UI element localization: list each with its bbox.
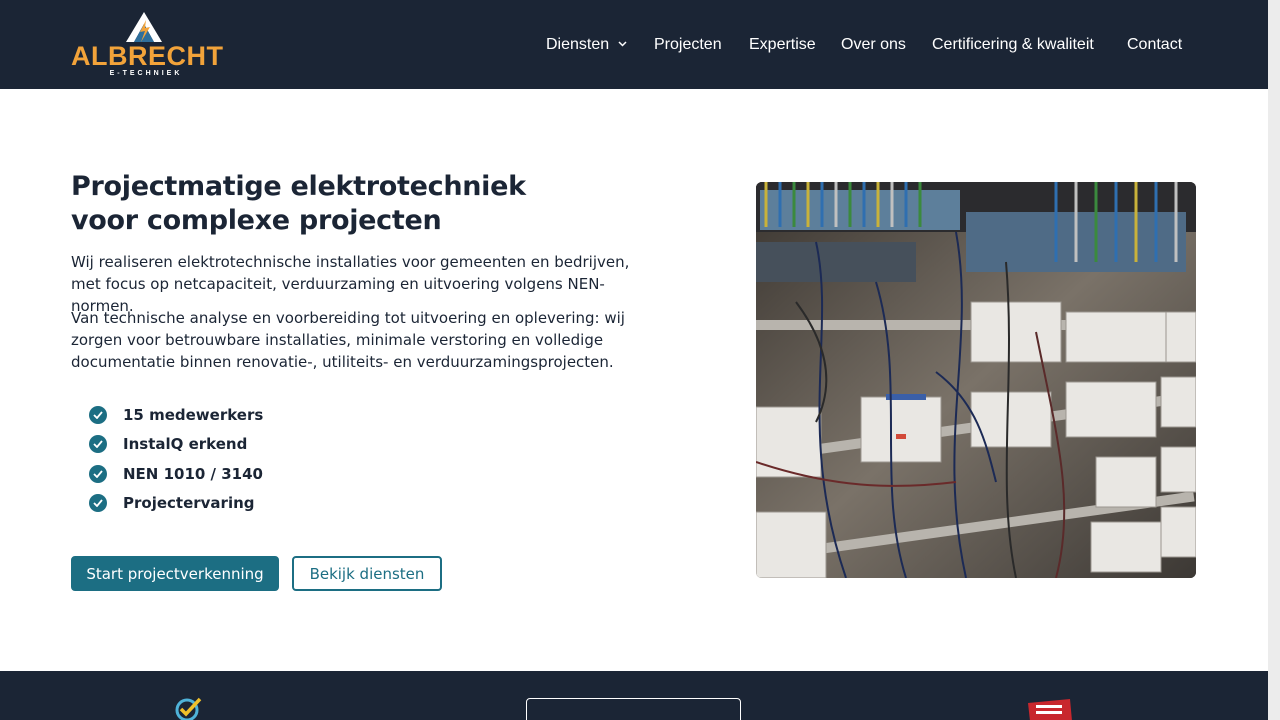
brand-logo[interactable]: ALBRECHT E-TECHNIEK [71, 12, 224, 80]
feature-item: 15 medewerkers [89, 400, 389, 430]
check-circle-icon [89, 464, 107, 483]
scrollbar[interactable] [1268, 0, 1280, 720]
hero-title-line1: Projectmatige elektrotechniek [71, 171, 526, 202]
check-circle-icon [89, 405, 107, 424]
logo-wordmark: ALBRECHT [71, 41, 224, 71]
nav-item-contact[interactable]: Contact [1127, 34, 1182, 56]
bekijk-diensten-button[interactable]: Bekijk diensten [292, 556, 442, 591]
nav-item-projecten[interactable]: Projecten [654, 34, 722, 56]
feature-item: InstalQ erkend [89, 430, 389, 460]
feature-item: NEN 1010 / 3140 [89, 459, 389, 489]
feature-label: InstalQ erkend [123, 435, 248, 454]
badge-check-icon [175, 697, 202, 720]
quality-badge-icon [1028, 699, 1072, 720]
band-card[interactable] [526, 698, 741, 720]
nav-item-label: Diensten [546, 36, 610, 53]
logo-mountain-icon [126, 12, 162, 42]
site-header: ALBRECHT E-TECHNIEK Diensten Projecten E… [0, 0, 1268, 89]
nav-item-certificering[interactable]: Certificering & kwaliteit [932, 34, 1094, 56]
feature-label: 15 medewerkers [123, 405, 264, 424]
check-circle-icon [89, 494, 107, 513]
hero-title-line2: voor complexe projecten [71, 205, 442, 236]
nav-item-expertise[interactable]: Expertise [749, 34, 816, 56]
feature-label: Projectervaring [123, 494, 255, 513]
chevron-down-icon [618, 41, 627, 47]
feature-item: Projectervaring [89, 489, 389, 519]
logo-tagline: E-TECHNIEK [109, 70, 183, 77]
start-projectverkenning-button[interactable]: Start projectverkenning [71, 556, 279, 591]
check-circle-icon [89, 435, 107, 454]
nav-item-diensten[interactable]: Diensten [546, 34, 627, 56]
hero-title: Projectmatige elektrotechniek voor compl… [71, 170, 671, 238]
feature-label: NEN 1010 / 3140 [123, 464, 263, 483]
nav-item-over-ons[interactable]: Over ons [841, 34, 906, 56]
electrical-cabinet-photo [756, 182, 1196, 578]
hero-detail-paragraph: Van technische analyse en voorbereiding … [71, 309, 625, 371]
feature-list: 15 medewerkers InstalQ erkend NEN 1010 /… [89, 400, 389, 518]
